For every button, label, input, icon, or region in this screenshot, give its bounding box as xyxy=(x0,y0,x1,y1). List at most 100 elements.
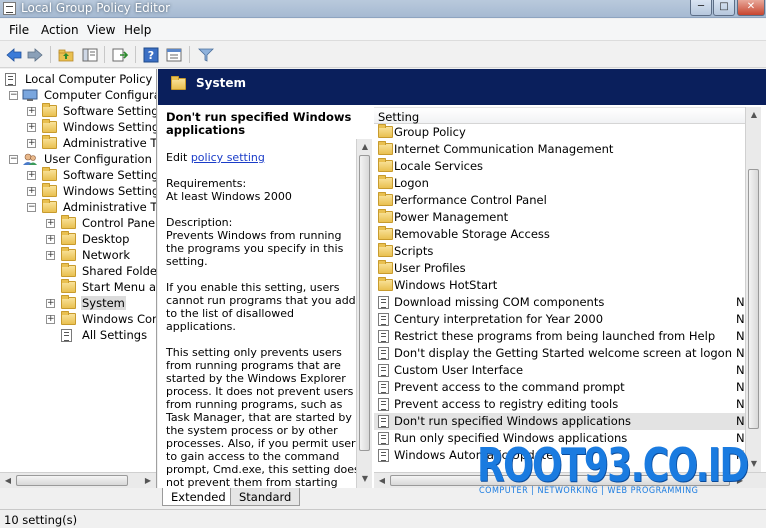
expand-icon[interactable]: + xyxy=(46,219,55,228)
scroll-right-icon[interactable]: ▶ xyxy=(142,475,154,487)
expand-icon[interactable]: + xyxy=(46,251,55,260)
filter-icon[interactable] xyxy=(197,46,215,63)
list-item-state: N xyxy=(736,312,745,326)
scroll-down-icon[interactable]: ▼ xyxy=(748,458,760,470)
list-item-folder[interactable]: Performance Control Panel xyxy=(374,192,750,209)
tab-extended[interactable]: Extended xyxy=(162,488,235,506)
policy-setting-icon xyxy=(378,415,389,431)
folder-icon xyxy=(378,141,393,158)
list-item-setting[interactable]: Prevent access to registry editing tools… xyxy=(374,396,750,413)
app-icon xyxy=(3,2,16,15)
scrollbar-thumb[interactable] xyxy=(748,169,759,429)
list-item-folder[interactable]: Group Policy xyxy=(374,124,750,141)
close-button[interactable]: ✕ xyxy=(737,0,765,16)
scroll-right-icon[interactable]: ▶ xyxy=(734,475,746,487)
list-vertical-scrollbar[interactable]: ▲ ▼ xyxy=(745,107,761,473)
list-item-folder[interactable]: Scripts xyxy=(374,243,750,260)
folder-icon xyxy=(378,124,393,141)
menu-bar: File Action View Help xyxy=(0,19,766,41)
policy-setting-icon xyxy=(378,313,389,329)
list-item-folder[interactable]: Internet Communication Management xyxy=(374,141,750,158)
toolbar-separator xyxy=(189,46,190,63)
toolbar: ? xyxy=(0,41,766,68)
expand-icon[interactable]: + xyxy=(27,123,36,132)
window-title: Local Group Policy Editor xyxy=(21,1,171,15)
scroll-up-icon[interactable]: ▲ xyxy=(359,141,371,153)
maximize-button[interactable]: □ xyxy=(713,0,735,16)
description-scrollbar[interactable]: ▲ ▼ xyxy=(356,139,372,488)
list-item-folder[interactable]: User Profiles xyxy=(374,260,750,277)
description-paragraph: If you enable this setting, users cannot… xyxy=(166,281,356,333)
list-item-folder[interactable]: Logon xyxy=(374,175,750,192)
expand-icon[interactable]: + xyxy=(46,315,55,324)
menu-file[interactable]: File xyxy=(9,23,29,37)
folder-icon xyxy=(171,76,186,93)
folder-icon xyxy=(378,209,393,226)
list-item-folder[interactable]: Windows HotStart xyxy=(374,277,750,294)
expand-icon[interactable]: + xyxy=(27,107,36,116)
navigation-tree: Local Computer Policy − Computer Configu… xyxy=(0,69,157,488)
list-item-setting[interactable]: Prevent access to the command prompt N xyxy=(374,379,750,396)
list-item-state: N xyxy=(736,448,745,462)
expand-icon[interactable]: + xyxy=(46,299,55,308)
expand-icon[interactable]: + xyxy=(27,171,36,180)
list-item-label: Performance Control Panel xyxy=(394,193,547,207)
list-item-setting[interactable]: Download missing COM components N xyxy=(374,294,750,311)
minimize-button[interactable]: ─ xyxy=(690,0,712,16)
collapse-icon[interactable]: − xyxy=(9,91,18,100)
list-item-folder[interactable]: Locale Services xyxy=(374,158,750,175)
toolbar-separator xyxy=(135,46,136,63)
toolbar-separator xyxy=(104,46,105,63)
edit-policy-setting-link[interactable]: policy setting xyxy=(191,151,265,164)
scrollbar-thumb[interactable] xyxy=(359,155,370,451)
collapse-icon[interactable]: − xyxy=(9,155,18,164)
toolbar-separator xyxy=(50,46,51,63)
policy-setting-icon xyxy=(378,398,389,414)
scroll-down-icon[interactable]: ▼ xyxy=(359,473,371,485)
menu-action[interactable]: Action xyxy=(41,23,79,37)
scrollbar-thumb[interactable] xyxy=(390,475,730,486)
tab-standard[interactable]: Standard xyxy=(230,488,301,506)
menu-view[interactable]: View xyxy=(87,23,115,37)
menu-help[interactable]: Help xyxy=(124,23,151,37)
collapse-icon[interactable]: − xyxy=(27,203,36,212)
list-item-state: N xyxy=(736,346,745,360)
list-item-setting[interactable]: Custom User Interface N xyxy=(374,362,750,379)
list-item-folder[interactable]: Removable Storage Access xyxy=(374,226,750,243)
scroll-left-icon[interactable]: ◀ xyxy=(376,475,388,487)
list-item-setting[interactable]: Windows Automatic Updates N xyxy=(374,447,750,464)
list-item-setting[interactable]: Don't run specified Windows applications… xyxy=(374,413,750,430)
show-hide-tree-icon[interactable] xyxy=(81,46,99,63)
folder-icon xyxy=(42,167,58,181)
help-icon[interactable]: ? xyxy=(142,46,160,63)
forward-arrow-icon[interactable] xyxy=(26,46,44,63)
list-item-setting[interactable]: Run only specified Windows applications N xyxy=(374,430,750,447)
up-folder-icon[interactable] xyxy=(57,46,75,63)
expand-icon[interactable]: + xyxy=(46,235,55,244)
list-item-setting[interactable]: Don't display the Getting Started welcom… xyxy=(374,345,750,362)
list-item-label: User Profiles xyxy=(394,261,466,275)
list-item-setting[interactable]: Restrict these programs from being launc… xyxy=(374,328,750,345)
export-list-icon[interactable] xyxy=(111,46,129,63)
list-item-folder[interactable]: Power Management xyxy=(374,209,750,226)
scroll-left-icon[interactable]: ◀ xyxy=(2,475,14,487)
expand-icon[interactable]: + xyxy=(27,139,36,148)
policy-setting-icon xyxy=(378,330,389,346)
computer-icon xyxy=(22,89,38,101)
folder-icon xyxy=(42,103,58,117)
list-item-state: N xyxy=(736,295,745,309)
scroll-up-icon[interactable]: ▲ xyxy=(748,109,760,121)
list-item-state: N xyxy=(736,431,745,445)
list-item-label: Windows Automatic Updates xyxy=(394,448,560,462)
tree-horizontal-scrollbar[interactable]: ◀ ▶ xyxy=(0,472,156,488)
folder-icon xyxy=(61,231,77,245)
scrollbar-thumb[interactable] xyxy=(16,475,128,486)
properties-icon[interactable] xyxy=(165,46,183,63)
folder-icon xyxy=(378,277,393,294)
list-horizontal-scrollbar[interactable]: ◀ ▶ xyxy=(374,472,766,488)
list-item-setting[interactable]: Century interpretation for Year 2000 N xyxy=(374,311,750,328)
back-arrow-icon[interactable] xyxy=(5,46,23,63)
expand-icon[interactable]: + xyxy=(27,187,36,196)
column-header-setting[interactable]: Setting xyxy=(374,107,750,124)
list-item-label: Restrict these programs from being launc… xyxy=(394,329,716,343)
